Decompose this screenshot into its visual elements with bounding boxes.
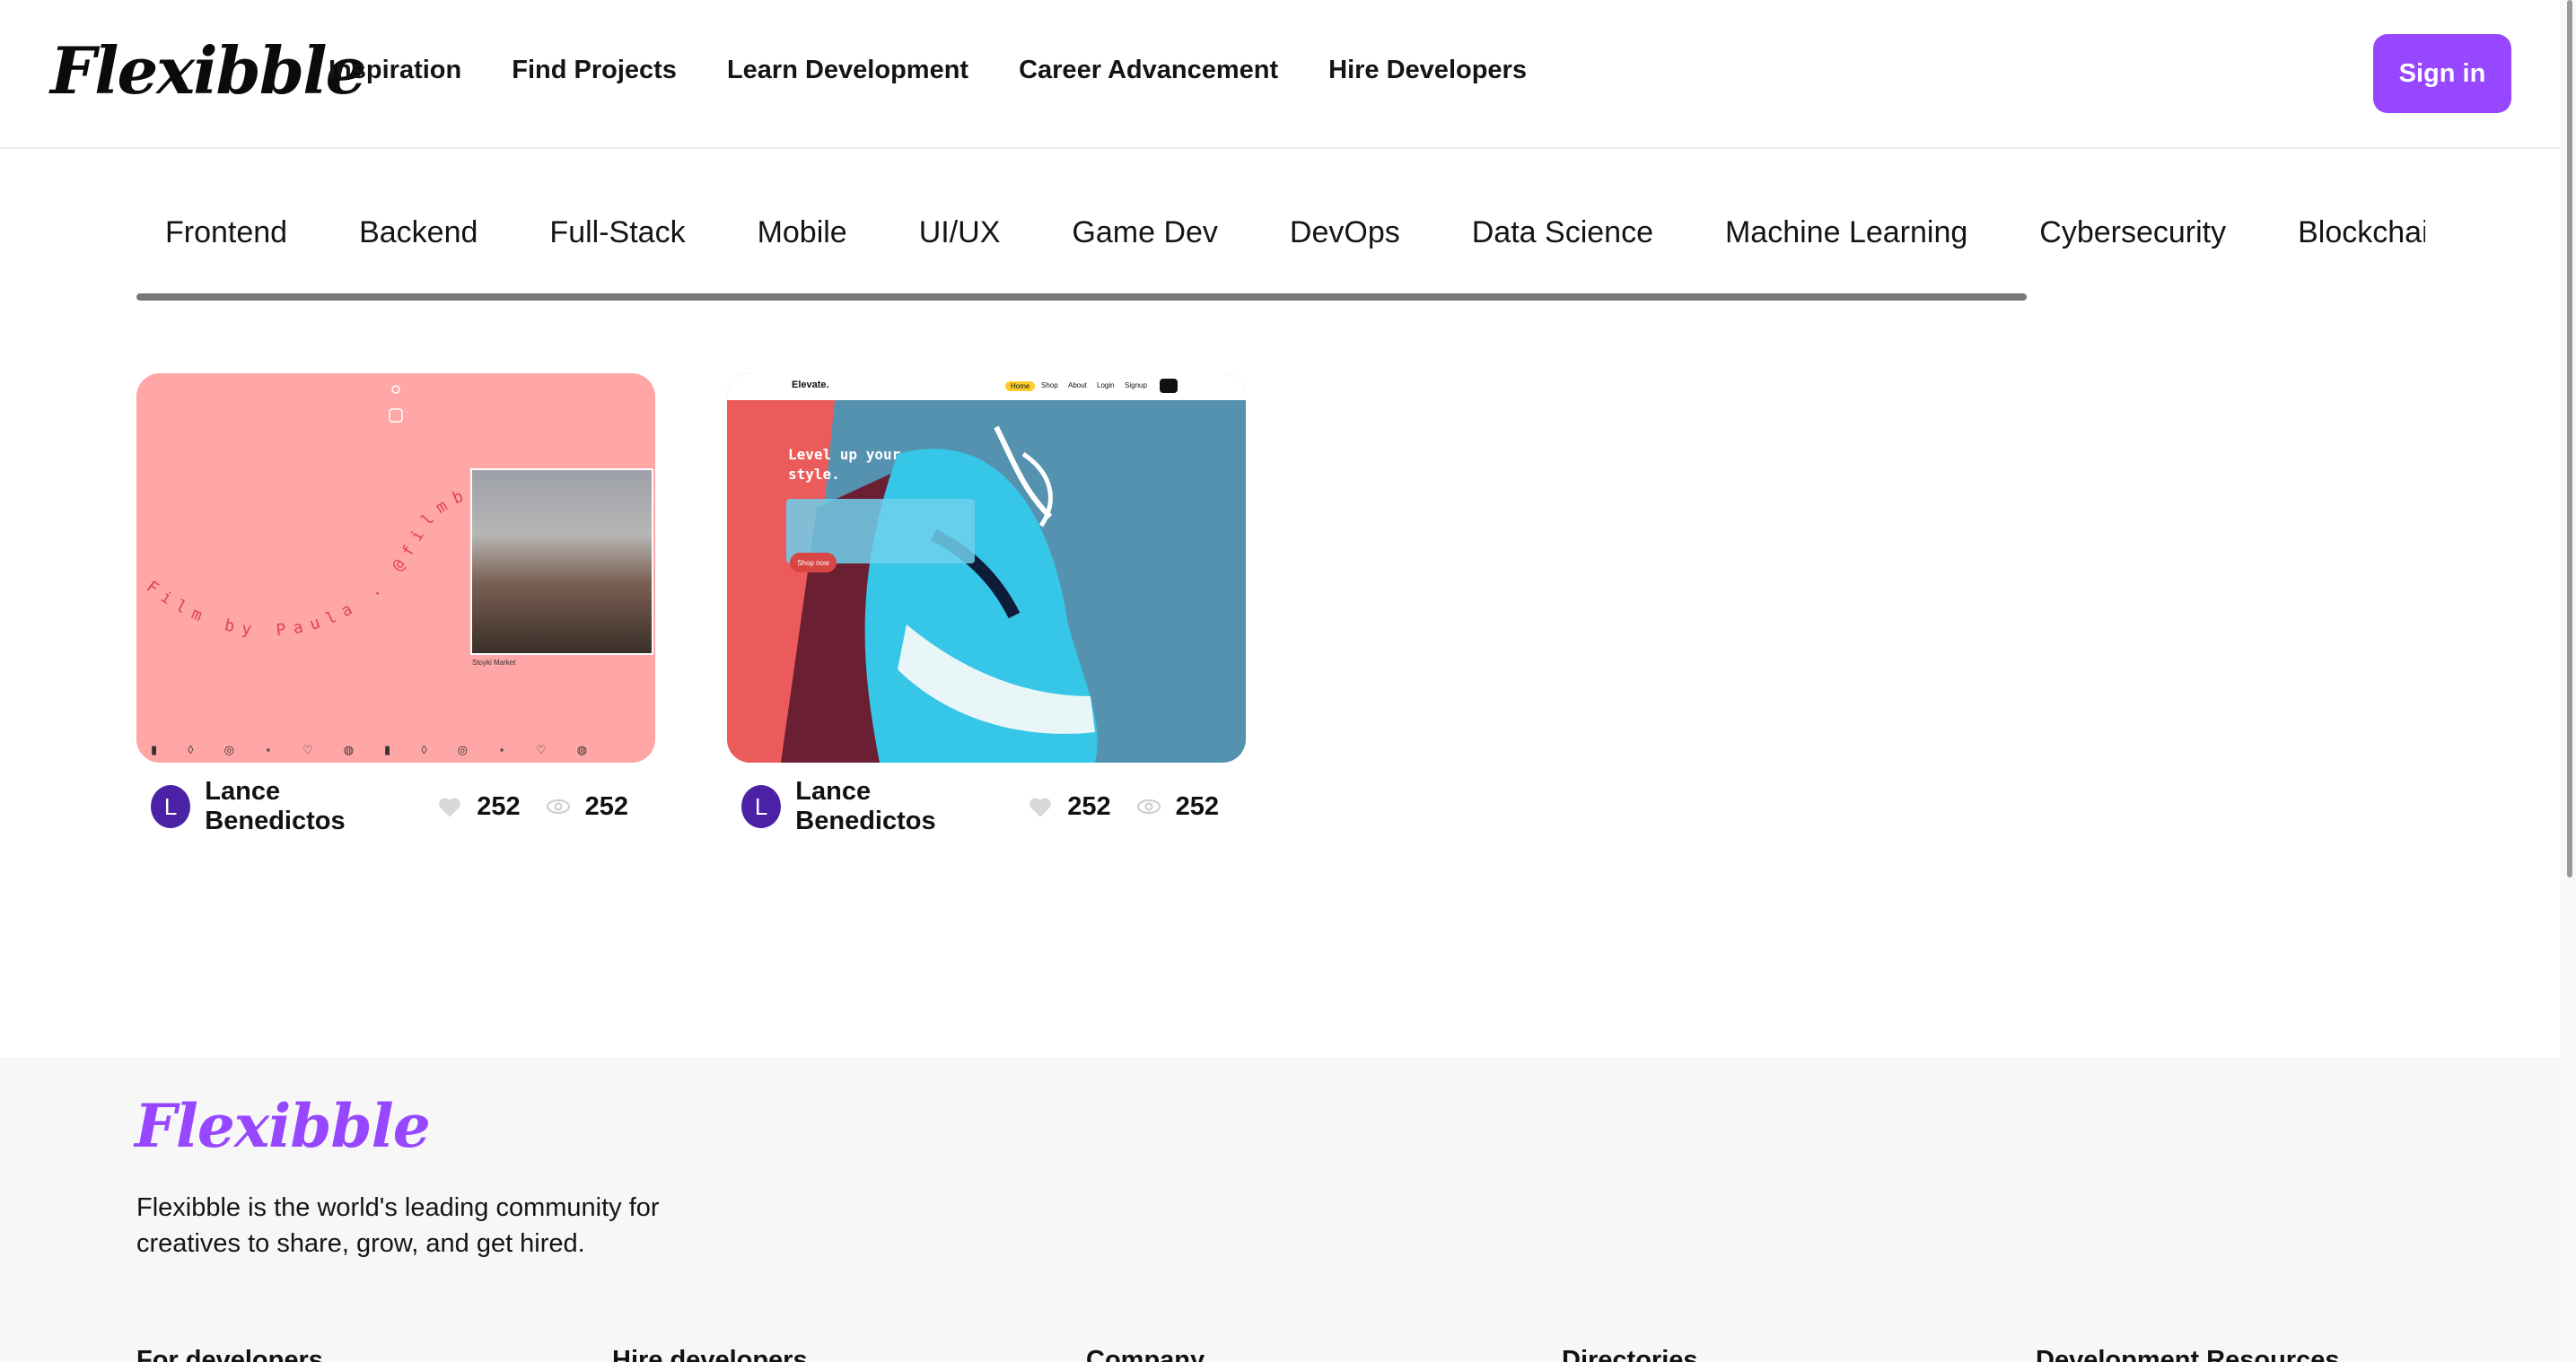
mock-nav-signup: Signup <box>1125 381 1147 389</box>
top-navbar: Flexibble Inspiration Find Projects Lear… <box>0 0 2560 149</box>
nav-link-hire-developers[interactable]: Hire Developers <box>1328 56 1527 85</box>
heart-icon[interactable] <box>437 795 462 818</box>
footer-col-development-resources: Development Resources <box>2036 1346 2340 1362</box>
mock-nav-about: About <box>1068 381 1087 389</box>
nav-link-career-advancement[interactable]: Career Advancement <box>1019 56 1278 85</box>
author-name[interactable]: Lance Benedictos <box>795 777 1001 836</box>
footer-columns: For developers Hire developers Company D… <box>136 1346 2560 1362</box>
card-meta: L Lance Benedictos 252 252 <box>151 777 653 835</box>
views-count: 252 <box>1175 791 1219 821</box>
nav-links: Inspiration Find Projects Learn Developm… <box>329 56 1577 85</box>
likes-stat: 252 <box>1028 791 1111 822</box>
category-backend[interactable]: Backend <box>359 215 478 250</box>
views-stat: 252 <box>1136 792 1219 822</box>
category-mobile[interactable]: Mobile <box>758 215 847 250</box>
avatar[interactable]: L <box>151 785 191 828</box>
flexibble-logo[interactable]: Flexibble <box>50 32 366 109</box>
project-card: Film by Paula . @filmbypaula . Tor Stoyk… <box>136 373 655 835</box>
thumbnail-icon-row: ▮◊◎⋆♡◍▮◊◎⋆♡◍ <box>151 743 618 756</box>
footer-logo[interactable]: Flexibble <box>135 1091 431 1161</box>
nav-link-learn-development[interactable]: Learn Development <box>727 56 968 85</box>
photo-caption: Stoyki Market <box>472 659 516 667</box>
eye-icon <box>546 799 570 815</box>
category-blockchain[interactable]: Blockchair <box>2298 215 2425 250</box>
category-devops[interactable]: DevOps <box>1290 215 1400 250</box>
views-stat: 252 <box>546 792 628 822</box>
avatar[interactable]: L <box>741 785 782 828</box>
mock-nav-home: Home <box>1005 381 1036 391</box>
footer: Flexibble Flexibble is the world's leadi… <box>0 1057 2560 1362</box>
nav-link-inspiration[interactable]: Inspiration <box>329 56 461 85</box>
category-cybersecurity[interactable]: Cybersecurity <box>2039 215 2226 250</box>
category-ui-ux[interactable]: UI/UX <box>919 215 1001 250</box>
footer-col-for-developers: For developers <box>136 1346 323 1362</box>
category-data-science[interactable]: Data Science <box>1472 215 1653 250</box>
footer-col-hire-developers: Hire developers <box>612 1346 808 1362</box>
mock-shop-button: Shop now <box>790 553 837 572</box>
category-game-dev[interactable]: Game Dev <box>1072 215 1218 250</box>
likes-count: 252 <box>1067 791 1111 821</box>
heart-icon[interactable] <box>1028 795 1053 818</box>
category-machine-learning[interactable]: Machine Learning <box>1725 215 1967 250</box>
project-thumbnail[interactable]: Elevate. Home Shop About Login Signup Le… <box>727 373 1246 763</box>
footer-tagline: Flexibble is the world's leading communi… <box>136 1193 660 1258</box>
mock-nav-login: Login <box>1097 381 1115 389</box>
category-frontend[interactable]: Frontend <box>165 215 287 250</box>
likes-count: 252 <box>477 791 521 821</box>
sign-in-button[interactable]: Sign in <box>2373 34 2511 113</box>
mock-hero-heading: Level up your style. <box>788 446 901 483</box>
mock-brand: Elevate. <box>792 380 829 390</box>
nav-link-find-projects[interactable]: Find Projects <box>512 56 677 85</box>
card-meta: L Lance Benedictos 252 252 <box>741 777 1244 835</box>
project-thumbnail[interactable]: Film by Paula . @filmbypaula . Tor Stoyk… <box>136 373 655 763</box>
views-count: 252 <box>584 791 628 821</box>
mock-nav-shop: Shop <box>1041 381 1058 389</box>
project-card: Elevate. Home Shop About Login Signup Le… <box>727 373 1246 835</box>
category-full-stack[interactable]: Full-Stack <box>549 215 685 250</box>
category-horizontal-scrollbar[interactable] <box>136 293 2027 301</box>
footer-col-directories: Directories <box>1562 1346 1698 1362</box>
street-photo <box>470 468 653 655</box>
mock-site-header: Elevate. Home Shop About Login Signup <box>727 373 1246 400</box>
footer-col-company: Company <box>1086 1346 1205 1362</box>
page-scrollbar-thumb[interactable] <box>2567 0 2572 877</box>
category-filter: Frontend Backend Full-Stack Mobile UI/UX Game… <box>136 215 2425 269</box>
eye-icon <box>1136 799 1161 815</box>
likes-stat: 252 <box>437 791 521 822</box>
author-name[interactable]: Lance Benedictos <box>205 777 410 836</box>
cart-icon <box>1160 379 1178 393</box>
